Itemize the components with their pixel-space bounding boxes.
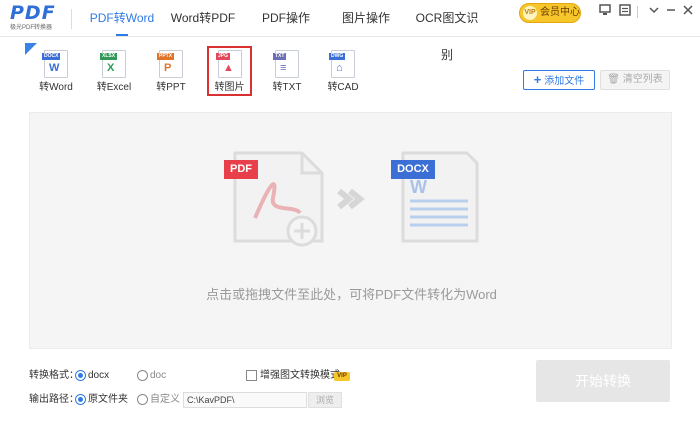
browse-button[interactable]: 浏览 xyxy=(308,392,342,408)
monitor-icon[interactable] xyxy=(598,4,612,18)
app-logo: PDF 极光PDF转换器 xyxy=(10,3,66,35)
tab-ocr[interactable]: OCR图文识别 xyxy=(412,0,482,62)
file-glyph: X xyxy=(107,62,115,74)
minimize-icon[interactable] xyxy=(664,4,678,18)
excel-file-icon: XLSX X xyxy=(100,50,126,78)
enhance-mode-label[interactable]: 增强图文转换模式 xyxy=(260,369,340,383)
file-glyph: P xyxy=(164,62,172,74)
output-custom-radio[interactable] xyxy=(137,394,148,405)
tool-to-word[interactable]: DOCX W 转Word xyxy=(25,43,84,96)
file-glyph: ▲ xyxy=(223,62,234,74)
plus-icon: + xyxy=(533,72,542,87)
tool-label: 转PPT xyxy=(156,82,186,93)
format-docx-label[interactable]: docx xyxy=(88,369,109,383)
tab-word-to-pdf[interactable]: Word转PDF xyxy=(170,0,236,37)
conversion-illustration: W xyxy=(233,151,479,247)
tool-to-txt[interactable]: TXT ≡ 转TXT xyxy=(259,46,315,96)
logo-subtitle: 极光PDF转换器 xyxy=(10,25,53,31)
close-icon[interactable] xyxy=(681,4,695,18)
start-convert-button[interactable]: 开始转换 xyxy=(536,360,670,402)
file-type-tag: DOCX xyxy=(42,53,61,60)
vip-crown-icon: VIP xyxy=(523,6,537,20)
tool-label: 转CAD xyxy=(327,82,359,93)
enhance-mode-checkbox[interactable] xyxy=(246,370,257,381)
file-type-tag: DWG xyxy=(329,53,346,60)
file-type-tag: PPTX xyxy=(157,53,175,60)
window-controls-divider xyxy=(637,6,638,18)
tool-to-image[interactable]: JPG ▲ 转图片 xyxy=(207,46,252,96)
file-glyph: ≡ xyxy=(280,62,287,74)
add-file-button[interactable]: + 添加文件 xyxy=(523,70,595,90)
tool-label: 转图片 xyxy=(214,82,245,93)
tab-pdf-to-word[interactable]: PDF转Word xyxy=(88,0,156,37)
dropdown-icon[interactable] xyxy=(647,4,661,18)
vip-center-button[interactable]: VIP 会员中心 xyxy=(519,3,581,23)
file-drop-area[interactable]: W PDF DOCX 点击或拖拽文件至此处，可将PDF文件转化为Word xyxy=(29,112,672,349)
clear-list-button[interactable]: 🗑 清空列表 xyxy=(600,70,670,90)
logo-divider xyxy=(71,9,72,29)
tool-to-ppt[interactable]: PPTX P 转PPT xyxy=(143,46,199,96)
format-label: 转换格式： xyxy=(29,370,79,381)
logo-text: PDF xyxy=(10,2,56,24)
add-file-label: 添加文件 xyxy=(544,76,585,87)
image-file-icon: JPG ▲ xyxy=(216,50,242,78)
tool-label: 转Word xyxy=(39,82,73,93)
trash-icon: 🗑 xyxy=(607,74,620,85)
output-path-label: 输出路径： xyxy=(29,394,79,405)
format-docx-radio[interactable] xyxy=(75,370,86,381)
format-doc-radio[interactable] xyxy=(137,370,148,381)
top-nav-bar: PDF 极光PDF转换器 PDF转Word Word转PDF PDF操作 图片操… xyxy=(0,0,700,62)
pdf-badge: PDF xyxy=(224,160,258,179)
tool-to-cad[interactable]: DWG ⌂ 转CAD xyxy=(315,46,371,96)
file-type-tag: JPG xyxy=(216,53,231,60)
svg-text:W: W xyxy=(410,177,427,197)
cad-file-icon: DWG ⌂ xyxy=(329,50,355,78)
txt-file-icon: TXT ≡ xyxy=(273,50,299,78)
word-file-icon: DOCX W xyxy=(42,50,68,78)
output-path-field[interactable]: C:\KavPDF\ xyxy=(183,392,307,408)
message-icon[interactable] xyxy=(618,4,632,18)
vip-center-label: 会员中心 xyxy=(540,7,580,18)
clear-list-label: 清空列表 xyxy=(622,74,663,85)
tool-to-excel[interactable]: XLSX X 转Excel xyxy=(86,46,142,96)
file-glyph: W xyxy=(49,62,60,74)
double-arrow-icon xyxy=(337,188,365,210)
format-doc-label[interactable]: doc xyxy=(150,369,166,383)
drop-hint-text: 点击或拖拽文件至此处，可将PDF文件转化为Word xyxy=(206,287,497,302)
output-original-radio[interactable] xyxy=(75,394,86,405)
docx-badge: DOCX xyxy=(391,160,435,179)
vip-badge: VIP xyxy=(334,372,350,381)
file-glyph: ⌂ xyxy=(336,62,343,74)
tab-pdf-operations[interactable]: PDF操作 xyxy=(258,0,314,37)
tool-label: 转Excel xyxy=(96,82,132,93)
tab-image-operations[interactable]: 图片操作 xyxy=(338,0,394,37)
output-original-label[interactable]: 原文件夹 xyxy=(88,393,128,407)
file-type-tag: XLSX xyxy=(100,53,118,60)
ppt-file-icon: PPTX P xyxy=(157,50,183,78)
output-custom-label[interactable]: 自定义 xyxy=(150,393,180,407)
tool-label: 转TXT xyxy=(272,82,302,93)
file-type-tag: TXT xyxy=(273,53,287,60)
